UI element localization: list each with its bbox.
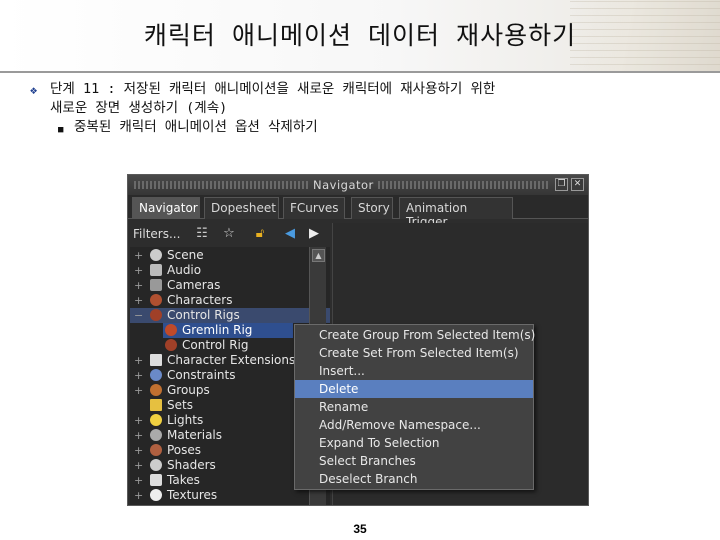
tree-item-label: Poses [167, 443, 202, 457]
slide-title: 캐릭터 애니메이션 데이터 재사용하기 [143, 21, 577, 50]
tree-item-label: Control Rig [182, 338, 249, 352]
expand-icon[interactable]: + [134, 293, 144, 308]
diamond-bullet-icon: ❖ [30, 83, 38, 97]
material-icon [150, 429, 162, 441]
tree-item-control-rigs[interactable]: − Control Rigs [130, 308, 330, 323]
bullet-1-line-1: 단계 11 : 저장된 캐릭터 애니메이션을 새로운 캐릭터에 재사용하기 위한 [50, 81, 496, 97]
bullet-level-1: ❖ 단계 11 : 저장된 캐릭터 애니메이션을 새로운 캐릭터에 재사용하기 … [30, 80, 710, 118]
extension-icon [150, 354, 162, 366]
menu-rename[interactable]: Rename [295, 398, 533, 416]
tree-item-label: Scene [167, 248, 204, 262]
menu-expand-to-selection[interactable]: Expand To Selection [295, 434, 533, 452]
expand-icon[interactable]: + [134, 473, 144, 488]
tree-item-label: Takes [167, 473, 200, 487]
groups-icon [150, 384, 162, 396]
bullet-list: ❖ 단계 11 : 저장된 캐릭터 애니메이션을 새로운 캐릭터에 재사용하기 … [30, 80, 710, 140]
menu-delete[interactable]: Delete [295, 380, 533, 398]
back-arrow-icon[interactable]: ◀ [282, 226, 298, 242]
character-icon [150, 294, 162, 306]
expand-icon[interactable]: + [134, 248, 144, 263]
expand-icon[interactable]: + [134, 428, 144, 443]
menu-insert[interactable]: Insert... [295, 362, 533, 380]
menu-deselect-branch[interactable]: Deselect Branch [295, 470, 533, 488]
tab-fcurves[interactable]: FCurves [283, 197, 345, 219]
slide-header: 캐릭터 애니메이션 데이터 재사용하기 [0, 0, 720, 72]
tree-item-label: Gremlin Rig [182, 323, 253, 337]
tab-navigator[interactable]: Navigator [132, 197, 200, 219]
shader-icon [150, 459, 162, 471]
tree-item-audio[interactable]: + Audio [130, 263, 330, 278]
close-icon[interactable]: ✕ [571, 178, 584, 191]
tab-bar: Navigator Dopesheet FCurves Story Animat… [128, 195, 588, 229]
star-pointer-icon[interactable]: ☆ [221, 226, 237, 242]
window-titlebar[interactable]: Navigator ❐ ✕ [128, 175, 588, 195]
filters-button[interactable]: Filters... [133, 227, 180, 241]
list-view-icon[interactable]: ☷ [194, 226, 210, 242]
tree-item-label: Shaders [167, 458, 216, 472]
menu-add-remove-namespace[interactable]: Add/Remove Namespace... [295, 416, 533, 434]
control-rig-icon [150, 309, 162, 321]
forward-arrow-icon[interactable]: ▶ [306, 226, 322, 242]
header-divider [0, 71, 720, 73]
pose-icon [150, 444, 162, 456]
expand-icon[interactable]: + [134, 278, 144, 293]
square-bullet-icon: ■ [58, 125, 64, 135]
tree-item-label: Sets [167, 398, 193, 412]
titlebar-grip-right [378, 181, 550, 189]
expand-icon[interactable]: + [134, 383, 144, 398]
tree-item-label: Character Extensions [167, 353, 296, 367]
tree-item-label: Materials [167, 428, 223, 442]
tree-item-textures[interactable]: + Textures [130, 488, 330, 503]
window-title: Navigator [313, 178, 374, 192]
camera-icon [150, 279, 162, 291]
bullet-level-2: ■ 중복된 캐릭터 애니메이션 옵션 삭제하기 [58, 118, 710, 140]
tree-item-gremlin-rig[interactable]: Gremlin Rig [163, 323, 293, 338]
light-icon [150, 414, 162, 426]
tab-animation-trigger[interactable]: Animation Trigger [399, 197, 513, 229]
tree-item-label: Constraints [167, 368, 236, 382]
titlebar-grip-left [134, 181, 310, 189]
rig-icon [165, 324, 177, 336]
tab-story[interactable]: Story [351, 197, 393, 219]
menu-create-group[interactable]: Create Group From Selected Item(s) [295, 326, 535, 344]
bullet-2-text: 중복된 캐릭터 애니메이션 옵션 삭제하기 [74, 119, 318, 135]
expand-icon[interactable]: + [134, 353, 144, 368]
expand-icon[interactable]: + [134, 488, 144, 503]
expand-icon[interactable]: + [134, 413, 144, 428]
tree-item-label: Lights [167, 413, 204, 427]
lock-icon[interactable]: 🔓︎ [252, 226, 268, 242]
restore-icon[interactable]: ❐ [555, 178, 568, 191]
expand-icon[interactable]: + [134, 263, 144, 278]
tree-item-label: Groups [167, 383, 210, 397]
expand-icon[interactable]: + [134, 458, 144, 473]
collapse-icon[interactable]: − [134, 308, 144, 323]
tree-item-cameras[interactable]: + Cameras [130, 278, 330, 293]
expand-icon[interactable]: + [134, 368, 144, 383]
tree-item-scene[interactable]: + Scene [130, 248, 330, 263]
texture-icon [150, 489, 162, 501]
tree-item-label: Textures [167, 488, 218, 502]
bullet-1-text: 단계 11 : 저장된 캐릭터 애니메이션을 새로운 캐릭터에 재사용하기 위한… [50, 80, 700, 118]
tree-item-label: Cameras [167, 278, 221, 292]
menu-create-set[interactable]: Create Set From Selected Item(s) [295, 344, 533, 362]
tree-item-label: Characters [167, 293, 233, 307]
context-menu: Create Group From Selected Item(s) Creat… [294, 324, 535, 490]
audio-icon [150, 264, 162, 276]
tree-item-control-rig[interactable]: Control Rig [163, 338, 313, 353]
scroll-up-icon[interactable]: ▲ [312, 249, 325, 262]
folder-icon [150, 399, 162, 411]
tree-item-characters[interactable]: + Characters [130, 293, 330, 308]
scene-icon [150, 249, 162, 261]
tab-dopesheet[interactable]: Dopesheet [204, 197, 279, 219]
tree-item-label: Audio [167, 263, 202, 277]
menu-select-branches[interactable]: Select Branches [295, 452, 533, 470]
bullet-1-line-2: 새로운 장면 생성하기 (계속) [50, 100, 228, 116]
tree-item-label: Control Rigs [167, 308, 240, 322]
page-number: 35 [353, 522, 367, 536]
constraint-icon [150, 369, 162, 381]
rig-icon [165, 339, 177, 351]
expand-icon[interactable]: + [134, 443, 144, 458]
take-icon [150, 474, 162, 486]
